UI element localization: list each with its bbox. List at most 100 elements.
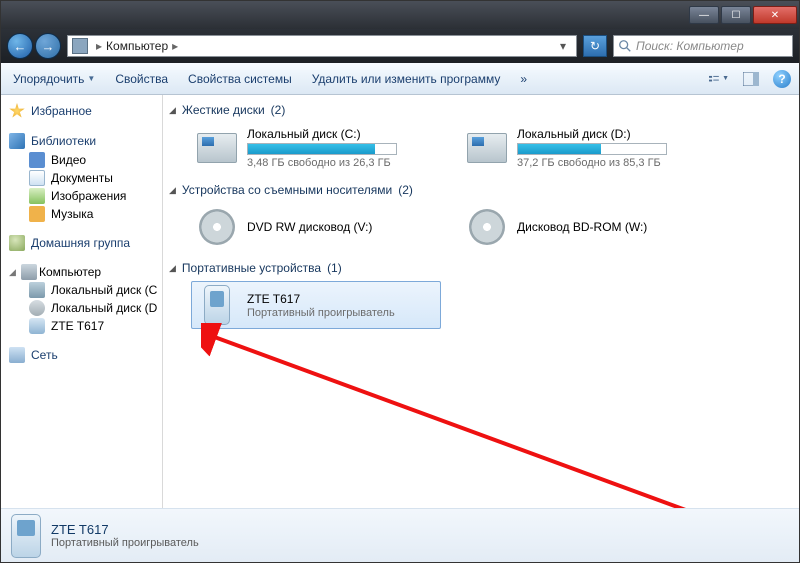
preview-pane-button[interactable] [741,69,761,89]
details-name: ZTE T617 [51,522,199,537]
network-icon [9,347,25,363]
sidebar-item-label: Видео [51,153,86,167]
toolbar-overflow[interactable]: » [516,70,531,88]
breadcrumb-root[interactable]: Компьютер [106,39,168,53]
device-sub: Портативный проигрыватель [247,307,395,319]
device-label: ZTE T617 [247,292,395,306]
document-icon [29,170,45,186]
sidebar-item-music[interactable]: Музыка [1,205,162,223]
sidebar-item-label: Локальный диск (D [51,301,157,315]
search-box[interactable]: Поиск: Компьютер [613,35,793,57]
libraries-icon [9,133,25,149]
sidebar-item-label: Музыка [51,207,93,221]
body: Избранное Библиотеки Видео Документы Изо… [1,95,799,508]
dvd-icon [199,209,235,245]
sidebar-item-label: ZTE T617 [51,319,104,333]
sidebar-network-label: Сеть [31,348,58,362]
group-title: Портативные устройства [182,261,321,275]
annotation-arrow [201,323,761,508]
breadcrumb-sep2: ▸ [172,39,178,53]
window-maximize-button[interactable]: ☐ [721,6,751,24]
sidebar-libraries-label: Библиотеки [31,134,96,148]
sidebar-network[interactable]: Сеть [1,345,162,365]
nav-forward-button[interactable]: → [35,33,61,59]
refresh-button[interactable]: ↻ [583,35,607,57]
group-header-removable[interactable]: ◢ Устройства со съемными носителями (2) [169,183,789,197]
drive-item-dvd[interactable]: DVD RW дисковод (V:) [191,203,441,251]
sidebar-homegroup[interactable]: Домашняя группа [1,233,162,253]
collapse-icon: ◢ [169,263,176,274]
sidebar-computer-label: Компьютер [39,265,101,279]
chevron-down-icon: ▼ [722,75,729,82]
toolbar-system-properties[interactable]: Свойства системы [184,70,296,88]
sidebar-favorites-label: Избранное [31,104,92,118]
sidebar-item-documents[interactable]: Документы [1,169,162,187]
toolbar-organize-label: Упорядочить [13,72,84,86]
window-minimize-button[interactable]: — [689,6,719,24]
hdd-icon [29,282,45,298]
sidebar-item-label: Локальный диск (C [51,283,157,297]
sidebar-item-disk-c[interactable]: Локальный диск (C [1,281,162,299]
sidebar-item-images[interactable]: Изображения [1,187,162,205]
toolbar-organize[interactable]: Упорядочить ▼ [9,70,99,88]
sidebar-item-disk-d[interactable]: Локальный диск (D [1,299,162,317]
music-icon [29,206,45,222]
homegroup-icon [9,235,25,251]
sidebar-computer[interactable]: ◢ Компьютер [1,263,162,281]
group-count: (2) [271,103,286,117]
explorer-window: — ☐ ✕ ← → ▸ Компьютер ▸ ▾ ↻ Поиск: Компь… [0,0,800,563]
drive-label: DVD RW дисковод (V:) [247,220,372,234]
phone-icon [29,318,45,334]
computer-icon [21,264,37,280]
address-bar[interactable]: ▸ Компьютер ▸ ▾ [67,35,577,57]
chevron-down-icon: ▼ [87,74,95,83]
star-icon [9,103,25,119]
toolbar: Упорядочить ▼ Свойства Свойства системы … [1,63,799,95]
sidebar-item-label: Документы [51,171,113,185]
help-button[interactable]: ? [773,70,791,88]
titlebar: — ☐ ✕ [1,1,799,29]
search-placeholder: Поиск: Компьютер [636,39,744,53]
drive-label: Дисковод BD-ROM (W:) [517,220,647,234]
images-icon [29,188,45,204]
drive-sub: 37,2 ГБ свободно из 85,3 ГБ [517,157,667,169]
disc-icon [29,300,45,316]
sidebar-favorites[interactable]: Избранное [1,101,162,121]
drive-item-d[interactable]: Локальный диск (D:) 37,2 ГБ свободно из … [461,123,711,173]
details-pane: ZTE T617 Портативный проигрыватель [1,508,799,562]
drive-item-bd[interactable]: Дисковод BD-ROM (W:) [461,203,711,251]
toolbar-properties[interactable]: Свойства [111,70,172,88]
bd-icon [469,209,505,245]
collapse-icon: ◢ [169,105,176,116]
search-icon [618,39,632,53]
drive-sub: 3,48 ГБ свободно из 26,3 ГБ [247,157,397,169]
hdd-icon [197,133,237,163]
sidebar-libraries[interactable]: Библиотеки [1,131,162,151]
computer-icon [72,38,88,54]
group-header-hdd[interactable]: ◢ Жесткие диски (2) [169,103,789,117]
group-title: Жесткие диски [182,103,265,117]
drive-label: Локальный диск (D:) [517,127,667,141]
drive-item-c[interactable]: Локальный диск (C:) 3,48 ГБ свободно из … [191,123,441,173]
view-options-button[interactable]: ▼ [709,69,729,89]
group-header-portable[interactable]: ◢ Портативные устройства (1) [169,261,789,275]
navbar: ← → ▸ Компьютер ▸ ▾ ↻ Поиск: Компьютер [1,29,799,63]
sidebar: Избранное Библиотеки Видео Документы Изо… [1,95,163,508]
content-pane: ◢ Жесткие диски (2) Локальный диск (C:) … [163,95,799,508]
tree-expand-icon[interactable]: ◢ [9,267,19,278]
address-dropdown[interactable]: ▾ [554,39,572,53]
sidebar-item-video[interactable]: Видео [1,151,162,169]
usage-bar [517,143,667,155]
window-close-button[interactable]: ✕ [753,6,797,24]
group-count: (1) [327,261,342,275]
device-item-zte[interactable]: ZTE T617 Портативный проигрыватель [191,281,441,329]
hdd-icon [467,133,507,163]
phone-icon [11,514,41,558]
nav-back-button[interactable]: ← [7,33,33,59]
sidebar-item-zte[interactable]: ZTE T617 [1,317,162,335]
sidebar-item-label: Изображения [51,189,126,203]
collapse-icon: ◢ [169,185,176,196]
details-sub: Портативный проигрыватель [51,537,199,549]
toolbar-uninstall[interactable]: Удалить или изменить программу [308,70,505,88]
video-icon [29,152,45,168]
